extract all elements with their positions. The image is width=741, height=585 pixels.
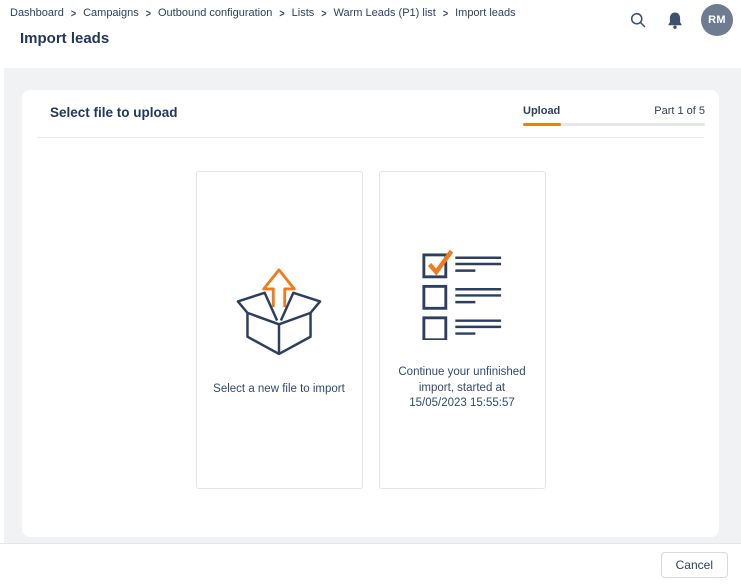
breadcrumb-item-outbound-configuration[interactable]: Outbound configuration [158, 7, 272, 19]
breadcrumb-item-import-leads: Import leads [455, 7, 516, 19]
breadcrumb-separator-icon: > [443, 7, 448, 20]
progress-fill [523, 123, 561, 126]
step-progress: Upload Part 1 of 5 [523, 105, 705, 126]
continue-label-line-3: 15/05/2023 15:55:57 [398, 396, 525, 412]
panel-divider [37, 137, 704, 138]
option-card-new-import[interactable]: Select a new file to import [196, 171, 363, 489]
breadcrumb-separator-icon: > [279, 7, 284, 20]
checklist-icon [421, 248, 503, 345]
option-card-continue-import[interactable]: Continue your unfinished import, started… [379, 171, 546, 489]
page-title: Import leads [20, 30, 109, 47]
sidebar-edge [0, 68, 4, 543]
panel-title: Select file to upload [50, 105, 178, 120]
progress-track [523, 123, 705, 126]
continue-label-line-1: Continue your unfinished [398, 365, 525, 381]
step-name: Upload [523, 105, 560, 117]
notifications-bell-icon[interactable] [664, 9, 686, 31]
open-box-upload-icon [236, 263, 322, 362]
breadcrumb: Dashboard > Campaigns > Outbound configu… [10, 7, 516, 19]
cancel-button[interactable]: Cancel [661, 552, 728, 578]
step-indicator: Part 1 of 5 [654, 105, 705, 117]
option-label-continue-import: Continue your unfinished import, started… [388, 365, 535, 412]
upload-panel: Select file to upload Upload Part 1 of 5 [22, 90, 719, 537]
breadcrumb-item-warm-leads-list[interactable]: Warm Leads (P1) list [334, 7, 436, 19]
import-options: Select a new file to import [22, 171, 719, 489]
breadcrumb-item-campaigns[interactable]: Campaigns [83, 7, 139, 19]
panel-header: Select file to upload Upload Part 1 of 5 [22, 90, 719, 137]
breadcrumb-separator-icon: > [71, 7, 76, 20]
top-header: Dashboard > Campaigns > Outbound configu… [0, 0, 741, 68]
header-actions: RM [627, 3, 733, 37]
continue-label-line-2: import, started at [398, 381, 525, 397]
footer-bar: Cancel [0, 543, 741, 585]
content-area: Select file to upload Upload Part 1 of 5 [0, 68, 741, 543]
breadcrumb-separator-icon: > [321, 7, 326, 20]
breadcrumb-separator-icon: > [146, 7, 151, 20]
breadcrumb-item-dashboard[interactable]: Dashboard [10, 7, 64, 19]
search-icon[interactable] [627, 9, 649, 31]
user-avatar[interactable]: RM [701, 4, 733, 36]
breadcrumb-item-lists[interactable]: Lists [292, 7, 315, 19]
option-label-new-import: Select a new file to import [203, 382, 355, 398]
